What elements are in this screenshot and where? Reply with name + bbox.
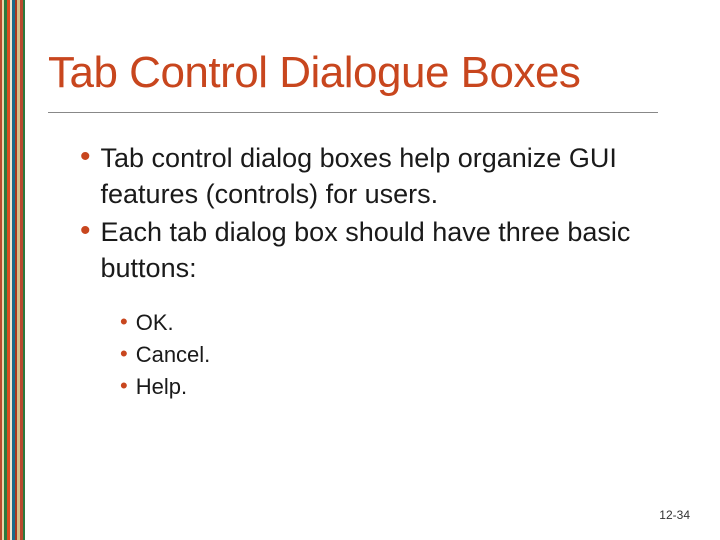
sub-bullet-list: • OK. • Cancel. • Help. xyxy=(120,308,660,402)
slide-title: Tab Control Dialogue Boxes xyxy=(48,48,580,98)
title-underline xyxy=(48,112,658,113)
decorative-stripe-band xyxy=(0,0,25,540)
bullet-text: Each tab dialog box should have three ba… xyxy=(101,214,660,286)
sub-bullet-item: • Cancel. xyxy=(120,340,660,370)
sub-bullet-item: • OK. xyxy=(120,308,660,338)
slide-body: • Tab control dialog boxes help organize… xyxy=(80,140,660,404)
bullet-icon: • xyxy=(80,140,91,174)
sub-bullet-item: • Help. xyxy=(120,372,660,402)
bullet-item: • Tab control dialog boxes help organize… xyxy=(80,140,660,212)
page-number: 12-34 xyxy=(659,508,690,522)
bullet-text: Tab control dialog boxes help organize G… xyxy=(101,140,660,212)
sub-bullet-text: Cancel. xyxy=(136,340,211,370)
bullet-icon: • xyxy=(120,308,128,336)
bullet-item: • Each tab dialog box should have three … xyxy=(80,214,660,286)
sub-bullet-text: OK. xyxy=(136,308,174,338)
stripe xyxy=(23,0,25,540)
bullet-icon: • xyxy=(80,214,91,248)
bullet-icon: • xyxy=(120,372,128,400)
sub-bullet-text: Help. xyxy=(136,372,187,402)
bullet-icon: • xyxy=(120,340,128,368)
